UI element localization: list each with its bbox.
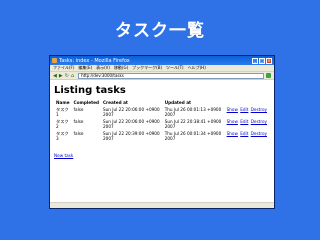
status-bar	[50, 202, 274, 208]
destroy-link[interactable]: Destroy	[251, 119, 267, 124]
edit-link[interactable]: Edit	[240, 131, 248, 136]
table-header: Name Completed Created at Updated at	[54, 99, 270, 106]
cell-completed: false	[73, 131, 84, 136]
edit-link[interactable]: Edit	[240, 107, 248, 112]
menu-help[interactable]: ヘルプ(H)	[188, 65, 206, 71]
window-titlebar: Tasks: index - Mozilla Firefox _ □ ×	[50, 56, 274, 65]
window-title: Tasks: index - Mozilla Firefox	[59, 57, 130, 64]
menu-view[interactable]: 表示(V)	[96, 65, 110, 71]
close-button[interactable]: ×	[266, 57, 272, 64]
go-button[interactable]	[266, 73, 271, 78]
forward-icon[interactable]: ▶	[59, 73, 63, 79]
row-actions: Show Edit Destroy	[225, 130, 270, 142]
col-updated: Updated at	[164, 100, 192, 105]
menu-edit[interactable]: 編集(E)	[78, 65, 92, 71]
col-created: Created at	[102, 100, 128, 105]
nav-toolbar: ◀ ▶ ↻ ⌂ http://dev:3000/tasks	[50, 72, 274, 80]
cell-completed: false	[73, 107, 84, 112]
cell-updated: Thu Jul 26 00:01:13 +0900 2007	[164, 107, 222, 117]
col-completed: Completed	[73, 100, 99, 105]
table-row: タスク1 false Sun Jul 22 20:06:00 +0900 200…	[54, 106, 270, 118]
cell-name: タスク3	[56, 131, 69, 141]
menu-go[interactable]: 移動(G)	[114, 65, 128, 71]
show-link[interactable]: Show	[227, 107, 238, 112]
page-title: Listing tasks	[54, 85, 126, 96]
cell-updated: Thu Jul 26 00:01:34 +0900 2007	[164, 131, 222, 141]
show-link[interactable]: Show	[227, 119, 238, 124]
menu-tools[interactable]: ツール(T)	[166, 65, 184, 71]
tasks-table: Name Completed Created at Updated at タスク…	[54, 99, 270, 142]
browser-window: Tasks: index - Mozilla Firefox _ □ × ファイ…	[49, 55, 275, 209]
slide-title: タスク一覧	[115, 21, 205, 41]
cell-created: Sun Jul 22 20:06:00 +0900 2007	[102, 119, 160, 129]
firefox-icon	[52, 58, 57, 63]
reload-icon[interactable]: ↻	[65, 73, 69, 79]
edit-link[interactable]: Edit	[240, 119, 248, 124]
show-link[interactable]: Show	[227, 131, 238, 136]
table-row: タスク2 false Sun Jul 22 20:06:00 +0900 200…	[54, 118, 270, 130]
back-icon[interactable]: ◀	[53, 73, 57, 79]
cell-name: タスク2	[56, 119, 69, 129]
maximize-button[interactable]: □	[259, 57, 265, 64]
cell-updated: Sun Jul 22 20:38:41 +0900 2007	[164, 119, 222, 129]
menu-bar: ファイル(F) 編集(E) 表示(V) 移動(G) ブックマーク(B) ツール(…	[50, 65, 274, 72]
col-name: Name	[56, 100, 70, 105]
destroy-link[interactable]: Destroy	[251, 131, 267, 136]
menu-file[interactable]: ファイル(F)	[53, 65, 74, 71]
menu-bookmarks[interactable]: ブックマーク(B)	[132, 65, 162, 71]
destroy-link[interactable]: Destroy	[251, 107, 267, 112]
cell-name: タスク1	[56, 107, 69, 117]
cell-created: Sun Jul 22 20:06:00 +0900 2007	[102, 107, 160, 117]
minimize-button[interactable]: _	[252, 57, 258, 64]
row-actions: Show Edit Destroy	[225, 106, 270, 118]
cell-completed: false	[73, 119, 84, 124]
new-task-link[interactable]: New task	[54, 153, 73, 158]
home-icon[interactable]: ⌂	[71, 73, 74, 79]
table-row: タスク3 false Sun Jul 22 20:39:00 +0900 200…	[54, 130, 270, 142]
address-bar[interactable]: http://dev:3000/tasks	[78, 72, 264, 79]
cell-created: Sun Jul 22 20:39:00 +0900 2007	[102, 131, 160, 141]
page-content: Listing tasks Name Completed Created at …	[50, 80, 274, 166]
row-actions: Show Edit Destroy	[225, 118, 270, 130]
